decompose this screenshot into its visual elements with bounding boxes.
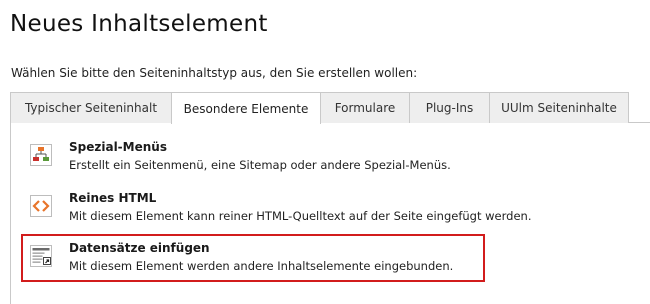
- content-type-spezial-menus[interactable]: Spezial-Menüs Erstellt ein Seitenmenü, e…: [23, 135, 483, 179]
- tab-plug-ins[interactable]: Plug-Ins: [409, 92, 490, 123]
- item-description: Mit diesem Element kann reiner HTML-Quel…: [69, 209, 532, 223]
- content-type-datensaetze-einfuegen[interactable]: Datensätze einfügen Mit diesem Element w…: [21, 234, 485, 282]
- page-title: Neues Inhaltselement: [10, 11, 268, 37]
- page: Neues Inhaltselement Wählen Sie bitte de…: [0, 0, 650, 304]
- html-code-icon: [29, 194, 53, 218]
- sitemap-icon: [29, 143, 53, 167]
- tab-uulm-seiteninhalte[interactable]: UUlm Seiteninhalte: [489, 92, 629, 123]
- item-title: Datensätze einfügen: [69, 241, 210, 255]
- instruction-text: Wählen Sie bitte den Seiteninhaltstyp au…: [11, 66, 418, 80]
- tab-bar: Typischer Seiteninhalt Besondere Element…: [10, 92, 650, 124]
- tab-formulare[interactable]: Formulare: [320, 92, 410, 123]
- item-title: Spezial-Menüs: [69, 140, 167, 154]
- tab-besondere-elemente[interactable]: Besondere Elemente: [171, 92, 321, 124]
- item-title: Reines HTML: [69, 191, 157, 205]
- tab-typischer-seiteninhalt[interactable]: Typischer Seiteninhalt: [10, 92, 172, 123]
- tab-panel: Spezial-Menüs Erstellt ein Seitenmenü, e…: [10, 123, 650, 304]
- insert-records-icon: [29, 244, 53, 268]
- item-description: Erstellt ein Seitenmenü, eine Sitemap od…: [69, 158, 451, 172]
- content-type-reines-html[interactable]: Reines HTML Mit diesem Element kann rein…: [23, 186, 531, 230]
- item-description: Mit diesem Element werden andere Inhalts…: [69, 259, 454, 273]
